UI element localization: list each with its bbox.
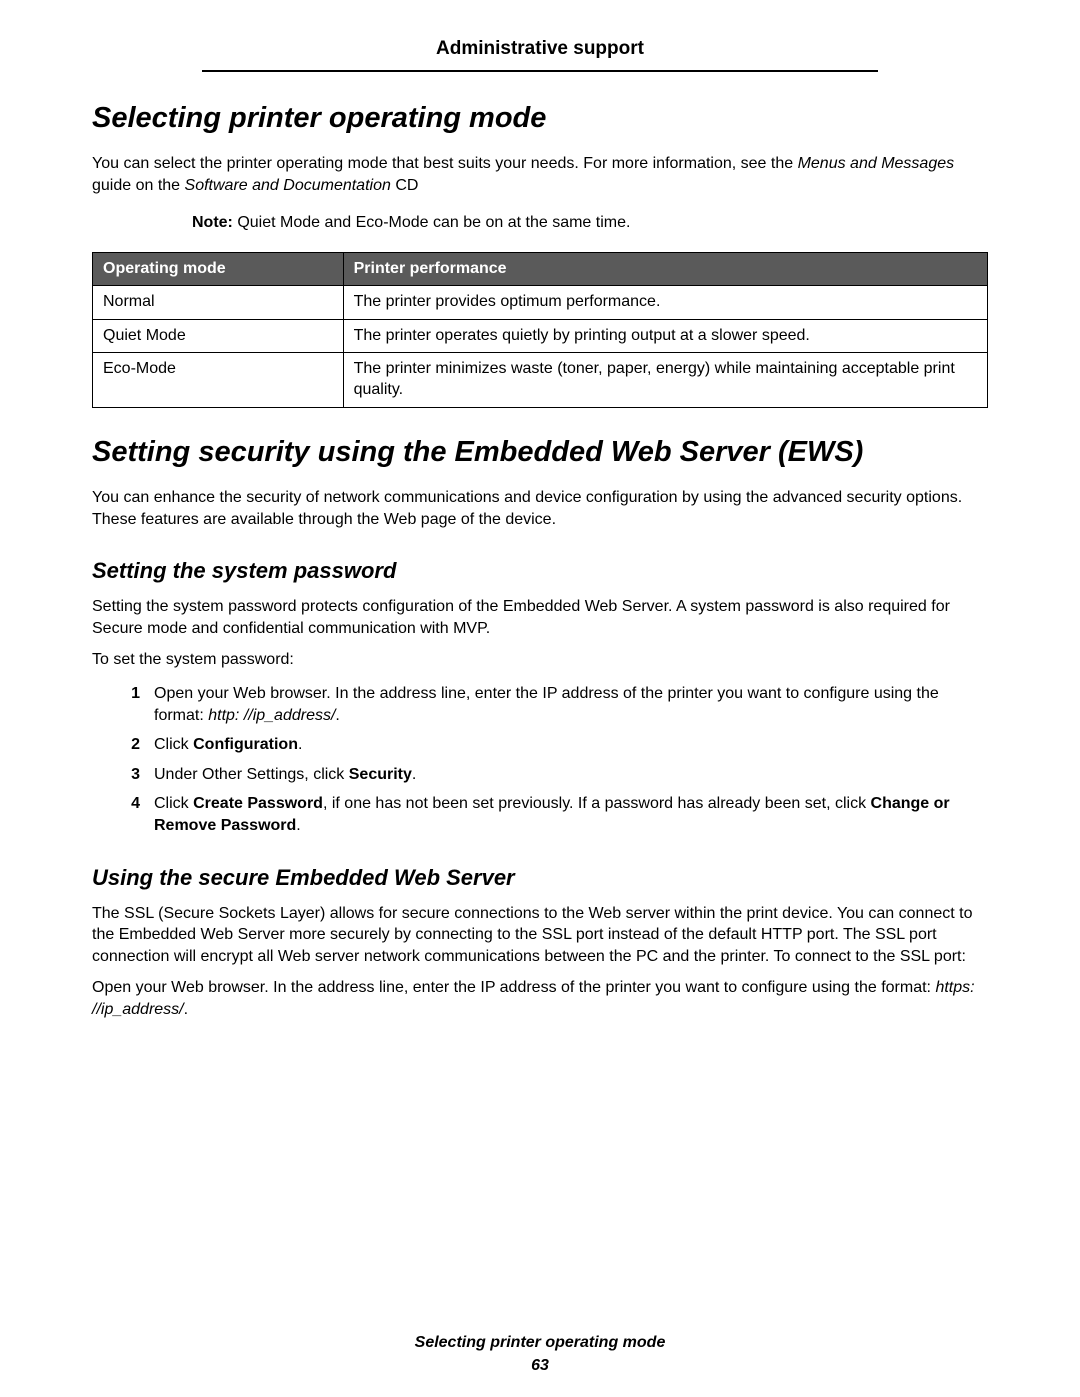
step-number: 1	[92, 683, 154, 726]
step-text: Click Configuration.	[154, 734, 988, 756]
step-text: Click Create Password, if one has not be…	[154, 793, 988, 836]
note-text: Quiet Mode and Eco-Mode can be on at the…	[233, 214, 631, 231]
password-steps: 1 Open your Web browser. In the address …	[92, 683, 988, 837]
text: You can select the printer operating mod…	[92, 155, 798, 172]
ssl-p1: The SSL (Secure Sockets Layer) allows fo…	[92, 903, 988, 968]
ssl-p2: Open your Web browser. In the address li…	[92, 977, 988, 1020]
page-section-header: Administrative support	[92, 38, 988, 70]
text: .	[296, 817, 300, 834]
text: .	[335, 707, 339, 724]
document-page: Administrative support Selecting printer…	[0, 0, 1080, 1397]
text: Click	[154, 736, 193, 753]
operating-mode-table: Operating mode Printer performance Norma…	[92, 252, 988, 408]
table-row: Quiet Mode The printer operates quietly …	[93, 319, 988, 353]
heading-system-password: Setting the system password	[92, 558, 988, 584]
table-header-performance: Printer performance	[343, 252, 987, 285]
heading-secure-ews: Using the secure Embedded Web Server	[92, 865, 988, 891]
step-2: 2 Click Configuration.	[92, 734, 988, 756]
step-text: Open your Web browser. In the address li…	[154, 683, 988, 726]
heading-setting-security: Setting security using the Embedded Web …	[92, 436, 988, 469]
text: .	[184, 1001, 188, 1018]
security-intro: You can enhance the security of network …	[92, 487, 988, 530]
step-text: Under Other Settings, click Security.	[154, 764, 988, 786]
footer-title: Selecting printer operating mode	[0, 1332, 1080, 1354]
text-bold: Configuration	[193, 736, 298, 753]
note-label: Note:	[192, 214, 233, 231]
table-cell-mode: Quiet Mode	[93, 319, 344, 353]
table-cell-perf: The printer provides optimum performance…	[343, 285, 987, 319]
text-italic: Menus and Messages	[798, 155, 955, 172]
note-block: Note: Quiet Mode and Eco-Mode can be on …	[192, 212, 988, 234]
step-number: 4	[92, 793, 154, 836]
intro-paragraph-1: You can select the printer operating mod…	[92, 153, 988, 196]
text: .	[298, 736, 302, 753]
step-1: 1 Open your Web browser. In the address …	[92, 683, 988, 726]
text: Under Other Settings, click	[154, 766, 349, 783]
table-cell-mode: Eco-Mode	[93, 353, 344, 408]
text-italic: http: //ip_address/	[208, 707, 335, 724]
header-rule	[202, 70, 878, 72]
password-p2: To set the system password:	[92, 649, 988, 671]
step-number: 2	[92, 734, 154, 756]
footer-page-number: 63	[0, 1355, 1080, 1377]
page-footer: Selecting printer operating mode 63	[0, 1332, 1080, 1377]
table-header-mode: Operating mode	[93, 252, 344, 285]
text: Open your Web browser. In the address li…	[92, 979, 935, 996]
text: guide on the	[92, 177, 185, 194]
heading-selecting-mode: Selecting printer operating mode	[92, 102, 988, 135]
text-bold: Security	[349, 766, 412, 783]
table-cell-perf: The printer minimizes waste (toner, pape…	[343, 353, 987, 408]
table-header-row: Operating mode Printer performance	[93, 252, 988, 285]
table-row: Eco-Mode The printer minimizes waste (to…	[93, 353, 988, 408]
text: .	[412, 766, 416, 783]
step-3: 3 Under Other Settings, click Security.	[92, 764, 988, 786]
text-bold: Create Password	[193, 795, 323, 812]
password-p1: Setting the system password protects con…	[92, 596, 988, 639]
text: CD	[391, 177, 419, 194]
table-cell-perf: The printer operates quietly by printing…	[343, 319, 987, 353]
table-cell-mode: Normal	[93, 285, 344, 319]
text: Click	[154, 795, 193, 812]
text: , if one has not been set previously. If…	[323, 795, 871, 812]
step-4: 4 Click Create Password, if one has not …	[92, 793, 988, 836]
step-number: 3	[92, 764, 154, 786]
text-italic: Software and Documentation	[185, 177, 391, 194]
table-row: Normal The printer provides optimum perf…	[93, 285, 988, 319]
